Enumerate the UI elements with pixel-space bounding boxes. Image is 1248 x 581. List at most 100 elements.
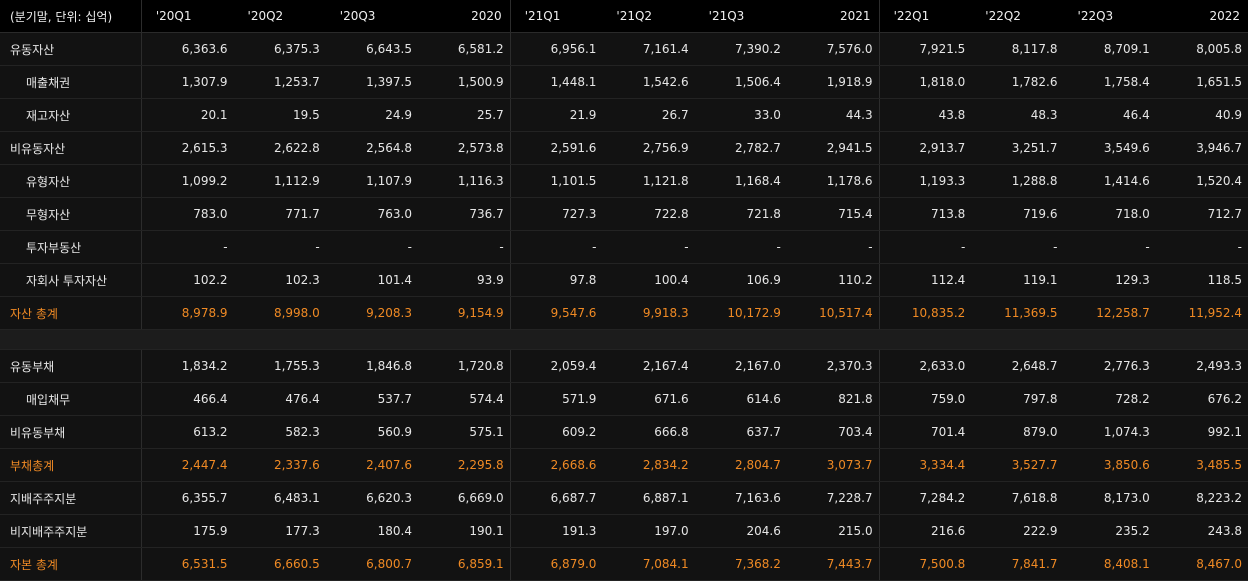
- row-label: 비유동부채: [0, 415, 142, 449]
- value-cell: 2,782.7: [694, 131, 787, 165]
- section-spacer: [0, 329, 1248, 350]
- value-cell: 6,687.7: [510, 481, 603, 515]
- value-cell: 24.9: [325, 98, 418, 132]
- total-row: 부채총계 2,447.4 2,337.6 2,407.6 2,295.8 2,668.6 2…: [0, 448, 1248, 482]
- value-cell: 8,223.2: [1155, 481, 1248, 515]
- table-row: 비지배주주지분 175.9 177.3 180.4 190.1 191.3 197.0 204…: [0, 514, 1248, 548]
- row-label: 지배주주지분: [0, 481, 142, 515]
- value-cell: 6,669.0: [417, 481, 511, 515]
- table-row: 비유동자산 2,615.3 2,622.8 2,564.8 2,573.8 2,591.6…: [0, 131, 1248, 165]
- value-cell: 821.8: [786, 382, 880, 416]
- value-cell: 197.0: [602, 514, 695, 548]
- value-cell: -: [417, 230, 511, 264]
- value-cell: 3,073.7: [786, 448, 880, 482]
- value-cell: 2,407.6: [325, 448, 418, 482]
- value-cell: 7,368.2: [694, 547, 787, 581]
- row-label: 투자부동산: [0, 230, 142, 264]
- value-cell: 2,295.8: [417, 448, 511, 482]
- value-cell: 26.7: [602, 98, 695, 132]
- value-cell: 7,576.0: [786, 32, 880, 66]
- value-cell: 1,288.8: [971, 164, 1064, 198]
- value-cell: 718.0: [1063, 197, 1156, 231]
- value-cell: 222.9: [971, 514, 1064, 548]
- value-cell: 8,709.1: [1063, 32, 1156, 66]
- value-cell: 9,154.9: [417, 296, 511, 330]
- value-cell: 6,620.3: [325, 481, 418, 515]
- value-cell: 713.8: [879, 197, 972, 231]
- row-label: 부채총계: [0, 448, 142, 482]
- row-label: 비지배주주지분: [0, 514, 142, 548]
- row-label: 유동부채: [0, 349, 142, 383]
- value-cell: 2,059.4: [510, 349, 603, 383]
- value-cell: 2,564.8: [325, 131, 418, 165]
- value-cell: 33.0: [694, 98, 787, 132]
- value-cell: 637.7: [694, 415, 787, 449]
- column-header: '20Q3: [325, 0, 418, 33]
- table-row: 무형자산 783.0 771.7 763.0 736.7 727.3 722.8 721.8 7…: [0, 197, 1248, 231]
- value-cell: -: [510, 230, 603, 264]
- value-cell: 190.1: [417, 514, 511, 548]
- value-cell: 6,363.6: [141, 32, 234, 66]
- value-cell: 6,531.5: [141, 547, 234, 581]
- value-cell: 110.2: [786, 263, 880, 297]
- table-row: 자회사 투자자산 102.2 102.3 101.4 93.9 97.8 100.4 106.…: [0, 263, 1248, 297]
- spacer-cell: [0, 329, 1248, 350]
- value-cell: 2,622.8: [233, 131, 326, 165]
- value-cell: 614.6: [694, 382, 787, 416]
- value-cell: 1,500.9: [417, 65, 511, 99]
- value-cell: 6,581.2: [417, 32, 511, 66]
- value-cell: 9,918.3: [602, 296, 695, 330]
- row-label: 재고자산: [0, 98, 142, 132]
- value-cell: 1,448.1: [510, 65, 603, 99]
- value-cell: 102.2: [141, 263, 234, 297]
- value-cell: 1,193.3: [879, 164, 972, 198]
- value-cell: 582.3: [233, 415, 326, 449]
- value-cell: 1,107.9: [325, 164, 418, 198]
- value-cell: 7,228.7: [786, 481, 880, 515]
- value-cell: 2,776.3: [1063, 349, 1156, 383]
- header-row: (분기말, 단위: 십억) '20Q1'20Q2'20Q3 2020'21Q1'2…: [0, 0, 1248, 33]
- value-cell: 112.4: [879, 263, 972, 297]
- value-cell: 2,370.3: [786, 349, 880, 383]
- value-cell: 759.0: [879, 382, 972, 416]
- value-cell: 1,520.4: [1155, 164, 1248, 198]
- value-cell: 1,651.5: [1155, 65, 1248, 99]
- row-label: 자산 총계: [0, 296, 142, 330]
- value-cell: 8,005.8: [1155, 32, 1248, 66]
- table-row: 투자부동산 - - - - - - - - - - - -: [0, 230, 1248, 264]
- value-cell: 25.7: [417, 98, 511, 132]
- value-cell: -: [325, 230, 418, 264]
- value-cell: 676.2: [1155, 382, 1248, 416]
- value-cell: 574.4: [417, 382, 511, 416]
- value-cell: 12,258.7: [1063, 296, 1156, 330]
- value-cell: 6,800.7: [325, 547, 418, 581]
- value-cell: 2,573.8: [417, 131, 511, 165]
- value-cell: 235.2: [1063, 514, 1156, 548]
- value-cell: 3,946.7: [1155, 131, 1248, 165]
- value-cell: 712.7: [1155, 197, 1248, 231]
- value-cell: 1,116.3: [417, 164, 511, 198]
- value-cell: 7,921.5: [879, 32, 972, 66]
- value-cell: 721.8: [694, 197, 787, 231]
- value-cell: -: [786, 230, 880, 264]
- value-cell: 3,334.4: [879, 448, 972, 482]
- row-label: 유형자산: [0, 164, 142, 198]
- table-row: 유동자산 6,363.6 6,375.3 6,643.5 6,581.2 6,956.1 7…: [0, 32, 1248, 66]
- value-cell: 6,355.7: [141, 481, 234, 515]
- value-cell: 3,850.6: [1063, 448, 1156, 482]
- value-cell: 2,591.6: [510, 131, 603, 165]
- table-row: 매출채권 1,307.9 1,253.7 1,397.5 1,500.9 1,448.1 1…: [0, 65, 1248, 99]
- value-cell: 3,549.6: [1063, 131, 1156, 165]
- value-cell: 7,390.2: [694, 32, 787, 66]
- value-cell: 763.0: [325, 197, 418, 231]
- value-cell: 1,307.9: [141, 65, 234, 99]
- value-cell: -: [971, 230, 1064, 264]
- value-cell: 571.9: [510, 382, 603, 416]
- value-cell: 736.7: [417, 197, 511, 231]
- value-cell: 7,284.2: [879, 481, 972, 515]
- value-cell: 6,859.1: [417, 547, 511, 581]
- column-header: '20Q2: [233, 0, 326, 33]
- value-cell: 2,615.3: [141, 131, 234, 165]
- value-cell: 537.7: [325, 382, 418, 416]
- value-cell: 8,998.0: [233, 296, 326, 330]
